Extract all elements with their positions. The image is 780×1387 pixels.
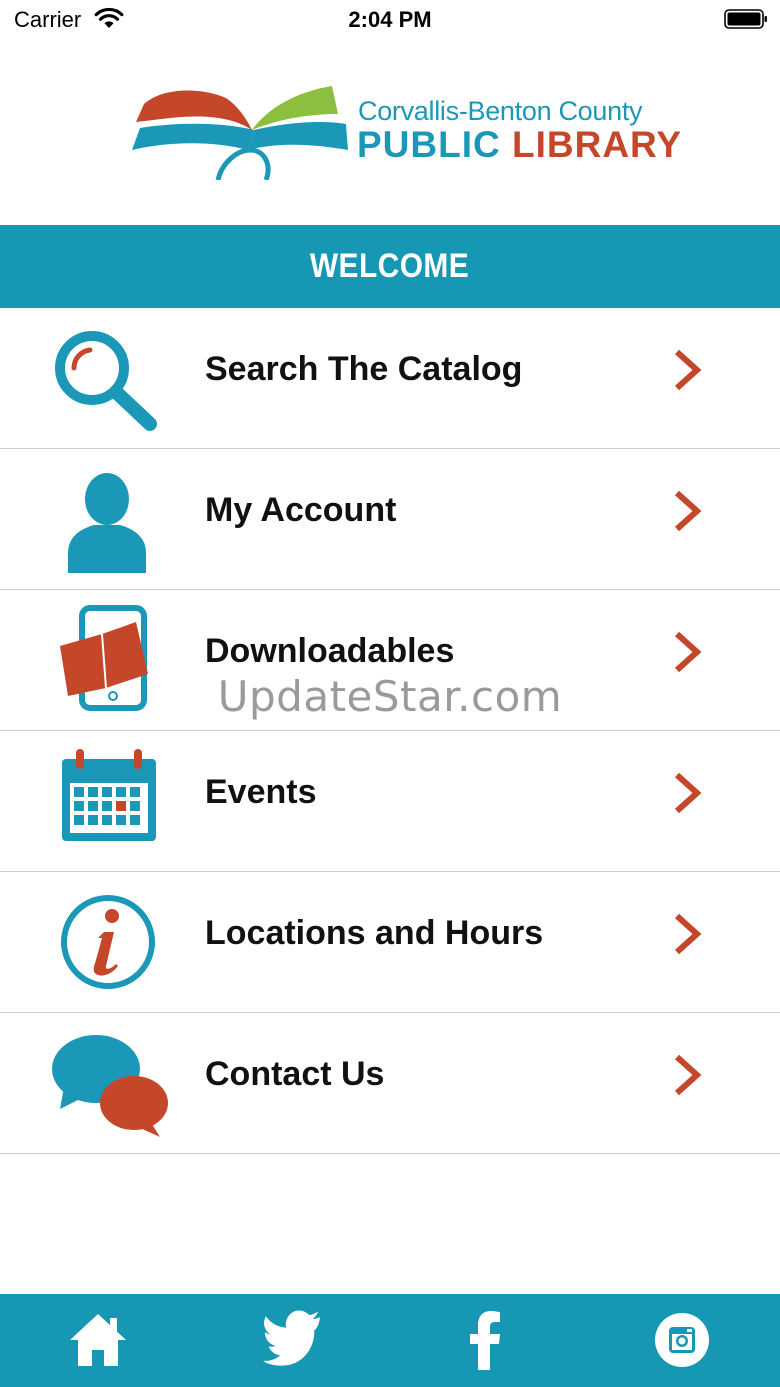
logo-library-text: PUBLIC LIBRARY xyxy=(357,124,682,166)
twitter-icon xyxy=(263,1310,320,1366)
tab-instagram[interactable] xyxy=(650,1308,714,1372)
menu-item-label: Events xyxy=(205,773,317,811)
chevron-right-icon xyxy=(674,490,702,532)
tab-home[interactable] xyxy=(66,1308,130,1372)
menu-item-label: Search The Catalog xyxy=(205,350,523,388)
library-logo: Corvallis-Benton County PUBLIC LIBRARY xyxy=(126,84,681,184)
menu-item-label: My Account xyxy=(205,491,397,529)
info-icon xyxy=(61,895,155,989)
logo-county-text: Corvallis-Benton County xyxy=(358,96,643,126)
person-icon xyxy=(68,473,146,573)
chevron-right-icon xyxy=(674,1054,702,1096)
menu-item-label: Downloadables xyxy=(205,632,455,670)
menu-item-contact-us[interactable]: Contact Us xyxy=(0,1013,780,1154)
clock: 2:04 PM xyxy=(348,7,432,32)
logo-public-word: PUBLIC xyxy=(357,124,501,165)
battery-icon xyxy=(724,9,767,29)
tab-twitter[interactable] xyxy=(261,1308,325,1372)
menu-item-downloadables[interactable]: Downloadables xyxy=(0,590,780,731)
chat-bubbles-icon xyxy=(52,1035,168,1137)
menu-item-label: Locations and Hours xyxy=(205,914,544,952)
menu-item-events[interactable]: Events xyxy=(0,731,780,872)
tab-facebook[interactable] xyxy=(454,1308,518,1372)
chevron-right-icon xyxy=(674,913,702,955)
main-menu: Search The Catalog My Account Downloadab… xyxy=(0,308,780,1154)
menu-item-locations-hours[interactable]: Locations and Hours xyxy=(0,872,780,1013)
chevron-right-icon xyxy=(674,349,702,391)
menu-item-label: Contact Us xyxy=(205,1055,385,1093)
chevron-right-icon xyxy=(674,772,702,814)
welcome-banner: WELCOME xyxy=(0,225,780,308)
open-book-logo-icon xyxy=(132,86,348,180)
welcome-title: WELCOME xyxy=(310,247,470,285)
magnifier-icon xyxy=(55,331,157,431)
home-icon xyxy=(70,1314,126,1366)
calendar-icon xyxy=(62,749,156,841)
app-screen: Carrier 2:04 PM Corvallis-Benton County xyxy=(0,0,780,1387)
logo-library-word: LIBRARY xyxy=(512,124,683,165)
instagram-icon xyxy=(655,1313,709,1367)
tablet-book-icon xyxy=(60,605,148,711)
bottom-tab-bar xyxy=(0,1294,780,1387)
menu-item-search-catalog[interactable]: Search The Catalog xyxy=(0,308,780,449)
menu-item-my-account[interactable]: My Account xyxy=(0,449,780,590)
chevron-right-icon xyxy=(674,631,702,673)
facebook-icon xyxy=(470,1311,500,1370)
status-bar: Carrier 2:04 PM xyxy=(0,0,780,40)
